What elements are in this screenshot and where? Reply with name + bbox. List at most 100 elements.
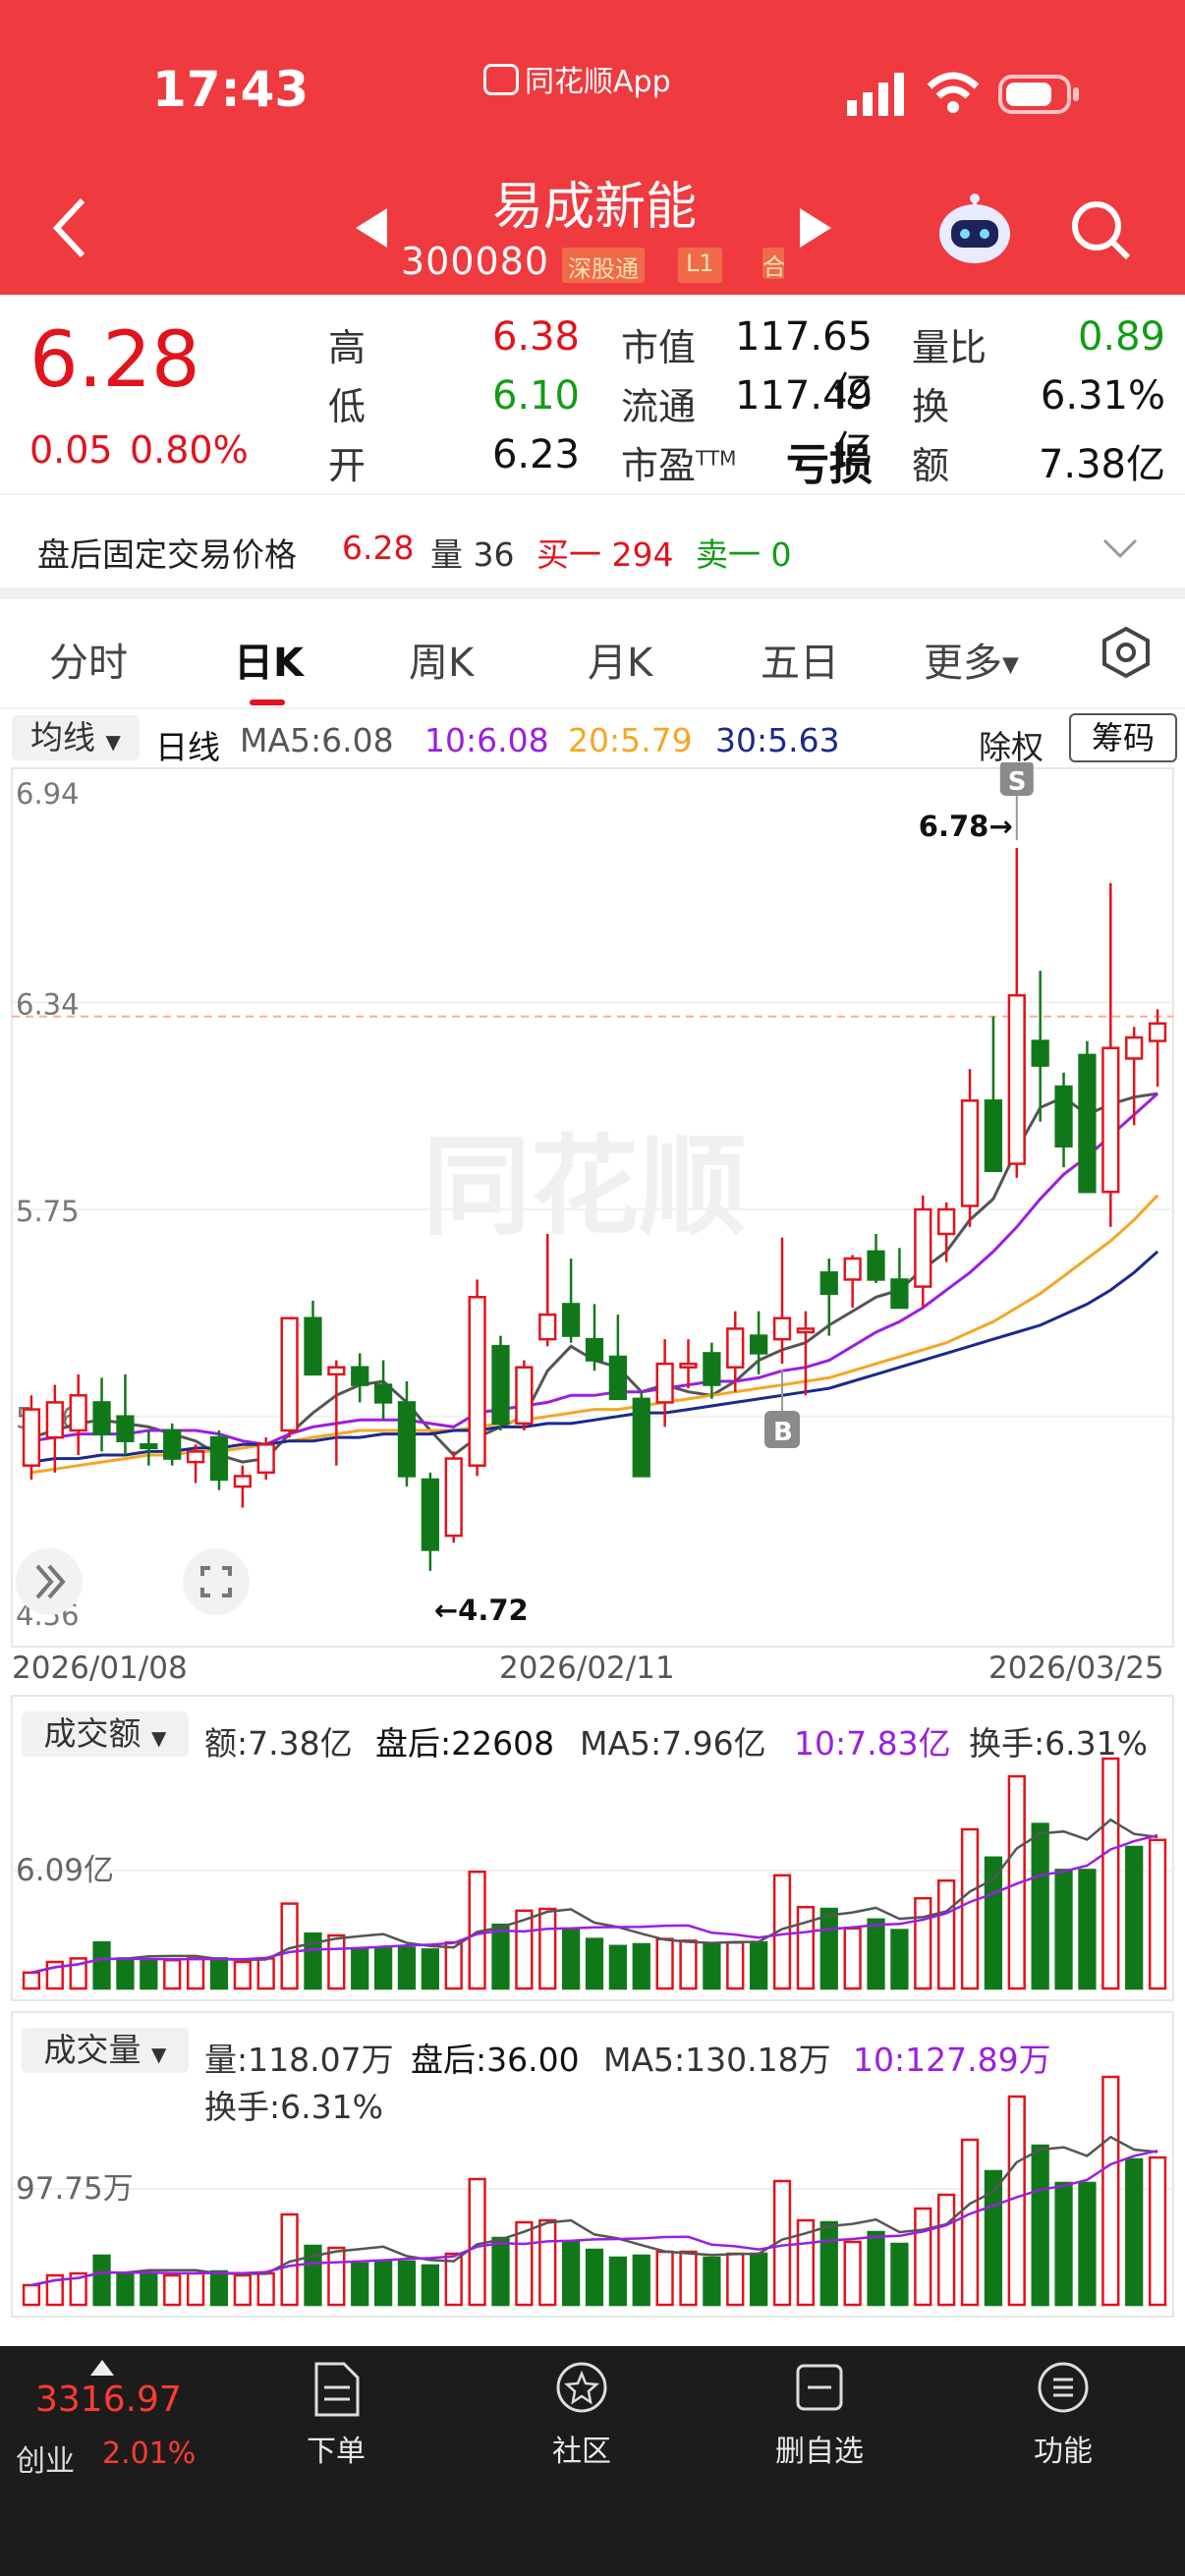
bar-down (421, 1948, 439, 1990)
bar-up (538, 2218, 557, 2307)
index-up-arrow-icon (90, 2360, 114, 2376)
turnover-label: 换 (912, 385, 950, 428)
candle-up (679, 1362, 698, 1369)
bar-down (397, 1946, 417, 1990)
settings-hexagon-icon[interactable] (1099, 625, 1154, 680)
bar-down (632, 1942, 650, 1990)
top-bar: 17:43 同花顺App 易成新能 300080 深股通 L1 合 (0, 0, 1185, 295)
x-axis-label-start: 2026/01/08 (12, 1651, 188, 1686)
dropdown-caret-icon: ▼ (105, 730, 121, 754)
search-icon[interactable] (1069, 198, 1132, 261)
chip-distribution-button[interactable]: 筹码 (1069, 713, 1177, 762)
bar-down (92, 2254, 111, 2307)
nav-functions-label: 功能 (1034, 2435, 1093, 2469)
remove-watchlist-icon (796, 2364, 843, 2411)
bar-up (960, 1827, 980, 1990)
candle-up (69, 1394, 87, 1432)
candle-down (1054, 1085, 1073, 1148)
nav-community[interactable]: 社区 (483, 2360, 680, 2478)
bar-down (1054, 2181, 1073, 2307)
battery-icon (998, 75, 1079, 114)
bar-up (1148, 1838, 1167, 1990)
candle-up (1101, 1046, 1120, 1194)
tab-weekly-k[interactable]: 周K (409, 631, 474, 688)
bar-up (22, 1971, 41, 1990)
last-price: 6.28 (29, 316, 200, 405)
candle-down (561, 1303, 581, 1337)
bar-down (373, 2260, 393, 2307)
prev-stock-icon[interactable] (354, 206, 389, 250)
candle-down (608, 1355, 628, 1401)
candle-up (726, 1327, 745, 1369)
candle-down (1078, 1053, 1097, 1194)
bar-down (561, 2240, 581, 2307)
bar-up (914, 2207, 932, 2307)
level-tag: L1 (678, 248, 722, 283)
kline-chart[interactable]: 同花顺 6.946.345.755.164.56 6.78→←4.72SB (0, 762, 1185, 1684)
bar-down (750, 2252, 768, 2307)
bar-up (843, 1927, 862, 1990)
bar-down (890, 1929, 909, 1990)
after-hours-ask: 卖一 0 (696, 535, 792, 574)
float-cap-label: 流通 (621, 385, 697, 428)
bottom-nav: 3316.97 创业 2.01% 下单 社区 删自选 功能 (0, 2346, 1185, 2576)
bar-up (444, 1940, 463, 1990)
adjust-label[interactable]: 除权 (979, 721, 1044, 768)
bar-up (1148, 2156, 1167, 2307)
back-arrow-icon[interactable] (49, 196, 88, 259)
sell-marker-label: S (1008, 767, 1027, 797)
candle-down (351, 1366, 369, 1386)
volume-ratio-label: 量比 (912, 326, 988, 369)
tabs-divider (0, 707, 1185, 709)
bar-down (703, 1942, 721, 1990)
nav-order[interactable]: 下单 (238, 2360, 434, 2478)
buy-marker-label: B (773, 1418, 793, 1447)
ma20-legend: 20:5.79 (568, 721, 693, 759)
candle-down (703, 1352, 721, 1386)
bar-down (890, 2242, 909, 2307)
bar-up (186, 2271, 205, 2307)
robot-assistant-icon[interactable] (935, 193, 1014, 267)
tab-monthly-k[interactable]: 月K (588, 631, 652, 688)
next-stock-icon[interactable] (798, 206, 833, 250)
amount-label: 额 (912, 444, 950, 487)
fullscreen-button[interactable] (183, 1548, 250, 1615)
open-value: 6.23 (491, 432, 580, 477)
after-hours-price: 6.28 (342, 529, 415, 567)
index-name[interactable]: 创业 (16, 2436, 75, 2480)
high-label: 高 (328, 326, 367, 369)
open-label: 开 (328, 444, 367, 487)
section-gap (0, 588, 1185, 599)
tab-five-day[interactable]: 五日 (761, 631, 839, 688)
low-label: 低 (328, 385, 367, 428)
nav-functions[interactable]: 功能 (965, 2360, 1161, 2478)
after-hours-row[interactable]: 盘后固定交易价格 6.28 量 36 买一 294 卖一 0 (0, 511, 1185, 586)
chevron-down-icon[interactable] (1102, 536, 1138, 560)
bar-up (796, 1905, 816, 1990)
ma-type-select[interactable]: 均线 ▼ (12, 715, 140, 760)
candle-down (116, 1415, 135, 1442)
tab-intraday[interactable]: 分时 (49, 631, 128, 688)
app-source-label: 同花顺App (483, 57, 671, 100)
bar-down (632, 2254, 650, 2307)
ma5-legend: MA5:6.08 (240, 721, 394, 759)
index-change-pct[interactable]: 2.01% (102, 2436, 196, 2471)
bar-down (750, 1940, 768, 1990)
bar-down (421, 2264, 439, 2307)
bar-down (1078, 2181, 1097, 2307)
index-value[interactable]: 3316.97 (35, 2380, 182, 2420)
tab-daily-k[interactable]: 日K (234, 631, 304, 688)
bar-down (116, 2271, 135, 2307)
bar-up (256, 1957, 275, 1990)
tab-more[interactable]: 更多▼ (924, 631, 1019, 688)
bar-up (538, 1907, 557, 1990)
after-hours-bid: 买一 294 (536, 535, 674, 574)
candle-up (444, 1457, 463, 1538)
stock-code: 300080 (401, 240, 550, 283)
low-value: 6.10 (491, 373, 580, 419)
candle-down (209, 1435, 229, 1482)
amount-chart[interactable]: 6.09亿 (0, 1694, 1185, 2004)
volume-chart[interactable]: 97.75万 (0, 2010, 1185, 2321)
nav-remove-watchlist[interactable]: 删自选 (721, 2360, 918, 2478)
candle-down (421, 1478, 439, 1551)
